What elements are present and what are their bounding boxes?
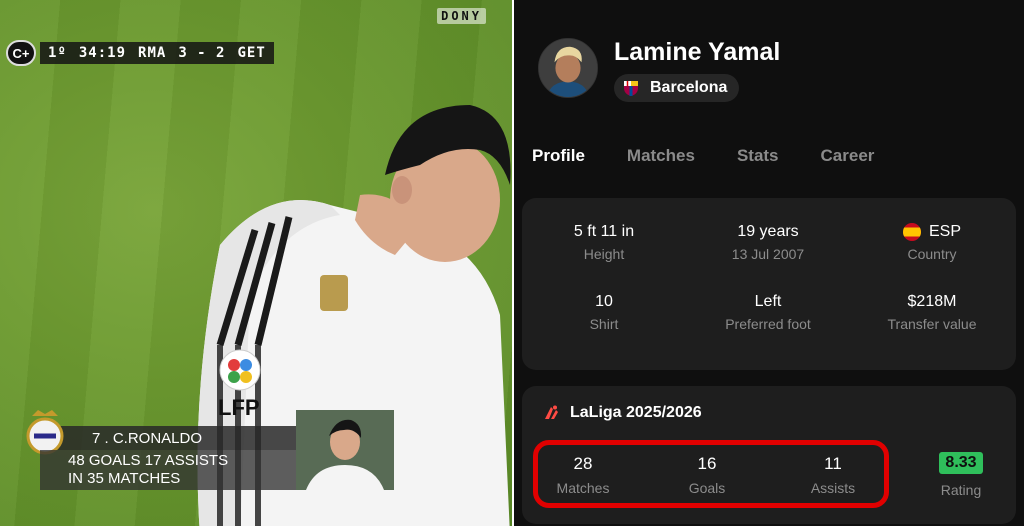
info-country: ESP Country xyxy=(850,222,1014,262)
player-thumbnail xyxy=(296,410,394,490)
home-team: RMA xyxy=(138,45,167,61)
watermark: DONY xyxy=(437,8,486,24)
transfer-value: $218M xyxy=(907,293,957,310)
height-label: Height xyxy=(583,246,625,262)
shirt-label: Shirt xyxy=(589,316,619,332)
assists-value: 11 xyxy=(824,454,842,473)
tab-career[interactable]: Career xyxy=(821,146,875,166)
goals-value: 16 xyxy=(697,454,717,473)
foot-label: Preferred foot xyxy=(725,316,811,332)
tab-matches[interactable]: Matches xyxy=(627,146,695,166)
league-stats-card[interactable]: LaLiga 2025/2026 28 Matches 16 Goals 11 … xyxy=(522,386,1016,524)
caption-player-name: 7 . C.RONALDO xyxy=(40,426,300,450)
stat-goals: 16 Goals xyxy=(644,446,770,508)
match-score: 3 - 2 xyxy=(178,45,226,61)
player-name: Lamine Yamal xyxy=(614,38,781,66)
info-height: 5 ft 11 in Height xyxy=(522,222,686,262)
stat-rating: 8.33 Rating xyxy=(922,452,1000,498)
matches-value: 28 xyxy=(573,454,593,473)
info-shirt: 10 Shirt xyxy=(522,292,686,332)
player-avatar[interactable] xyxy=(538,38,598,98)
foot-value: Left xyxy=(754,293,782,310)
age-value: 19 years xyxy=(737,223,799,240)
assists-label: Assists xyxy=(810,480,856,496)
broadcast-frame: DONY C+ 1º 34:19 RMA 3 - 2 GET LFP 7 . C… xyxy=(0,0,512,526)
transfer-label: Transfer value xyxy=(887,316,977,332)
league-header: LaLiga 2025/2026 xyxy=(542,404,702,422)
league-title: LaLiga 2025/2026 xyxy=(570,404,702,421)
club-name: Barcelona xyxy=(650,79,728,96)
goals-label: Goals xyxy=(688,480,726,496)
birthdate-label: 13 Jul 2007 xyxy=(731,246,805,262)
stat-assists: 11 Assists xyxy=(770,446,896,508)
rating-label: Rating xyxy=(940,482,982,498)
country-label: Country xyxy=(907,246,957,262)
scorebug: C+ 1º 34:19 RMA 3 - 2 GET xyxy=(6,40,274,66)
profile-tabs: Profile Matches Stats Career xyxy=(532,146,874,166)
rating-badge: 8.33 xyxy=(939,452,983,474)
player-info-card: 5 ft 11 in Height 19 years 13 Jul 2007 E… xyxy=(522,198,1016,370)
away-team: GET xyxy=(237,45,266,61)
scorebug-bar: 1º 34:19 RMA 3 - 2 GET xyxy=(40,42,274,64)
tab-stats[interactable]: Stats xyxy=(737,146,779,166)
real-madrid-crest-icon xyxy=(26,410,64,455)
shirt-value: 10 xyxy=(595,293,613,310)
matches-label: Matches xyxy=(556,480,610,496)
stats-caption: 7 . C.RONALDO 48 GOALS 17 ASSISTS IN 35 … xyxy=(20,404,394,490)
barcelona-crest-icon xyxy=(624,81,638,96)
tab-profile[interactable]: Profile xyxy=(532,146,585,166)
club-chip[interactable]: Barcelona xyxy=(614,74,740,102)
player-info-grid: 5 ft 11 in Height 19 years 13 Jul 2007 E… xyxy=(522,222,1016,332)
league-stats-row: 28 Matches 16 Goals 11 Assists xyxy=(522,446,892,508)
player-profile-screen: Lamine Yamal Barcelona Profile Matches S… xyxy=(514,0,1024,526)
match-clock: 34:19 xyxy=(78,45,127,61)
info-foot: Left Preferred foot xyxy=(686,292,850,332)
info-transfer: $218M Transfer value xyxy=(850,292,1014,332)
channel-logo: C+ xyxy=(6,40,36,66)
match-period: 1º xyxy=(48,45,67,61)
height-value: 5 ft 11 in xyxy=(573,223,635,240)
country-value-row: ESP xyxy=(850,222,1014,242)
stat-matches: 28 Matches xyxy=(522,446,644,508)
country-value: ESP xyxy=(928,223,961,240)
info-age: 19 years 13 Jul 2007 xyxy=(686,222,850,262)
laliga-logo-icon xyxy=(545,405,558,419)
spain-flag-icon xyxy=(902,223,921,241)
